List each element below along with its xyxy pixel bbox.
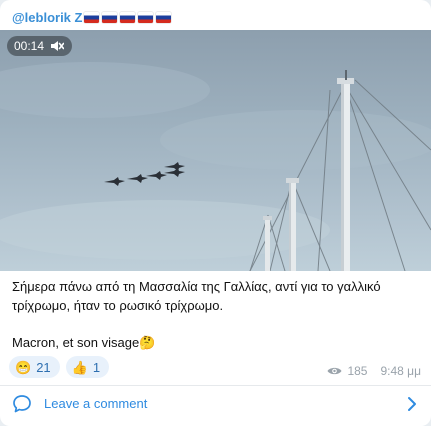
video-frame bbox=[0, 62, 431, 271]
reaction-thumbs-up[interactable]: 👍 1 bbox=[65, 356, 110, 378]
comment-bubble-icon bbox=[13, 395, 31, 413]
chevron-right-icon bbox=[408, 397, 416, 411]
russian-flag-icon bbox=[156, 11, 172, 23]
caption-french-text: Macron, et son visage bbox=[12, 335, 140, 350]
video-player[interactable] bbox=[0, 30, 431, 271]
grinning-face-icon: 😁 bbox=[15, 359, 32, 375]
thinking-face-emoji: 🤔 bbox=[139, 335, 156, 350]
speaker-muted-icon[interactable] bbox=[50, 40, 65, 52]
leave-comment-button[interactable]: Leave a comment bbox=[0, 386, 431, 422]
eye-icon bbox=[327, 367, 342, 375]
russian-flag-icon bbox=[102, 11, 118, 23]
caption-text-french: Macron, et son visage🤔 bbox=[12, 333, 422, 352]
video-duration: 00:14 bbox=[14, 39, 45, 53]
message-meta: 185 9:48 μμ bbox=[327, 364, 421, 378]
message-time: 9:48 μμ bbox=[380, 364, 421, 378]
jets-formation bbox=[104, 162, 185, 186]
message-caption: Σήμερα πάνω από τη Μασσαλία της Γαλλίας,… bbox=[12, 277, 422, 352]
russian-flag-icon bbox=[138, 11, 154, 23]
leave-comment-label: Leave a comment bbox=[44, 396, 148, 411]
message-card: @leblorik Z 00:14 Σήμερα πάνω από τη Μασ… bbox=[0, 0, 431, 426]
reaction-count: 21 bbox=[36, 359, 51, 375]
reaction-count: 1 bbox=[92, 359, 101, 375]
russian-flag-icon bbox=[84, 11, 100, 23]
russian-flag-icon bbox=[120, 11, 136, 23]
channel-name-label: @leblorik Z bbox=[12, 9, 83, 25]
video-duration-badge[interactable]: 00:14 bbox=[7, 36, 73, 56]
reactions-bar: 😁 21 👍 1 bbox=[9, 356, 110, 378]
view-count: 185 bbox=[347, 364, 368, 378]
thumbs-up-icon: 👍 bbox=[71, 359, 88, 375]
caption-text-greek: Σήμερα πάνω από τη Μασσαλία της Γαλλίας,… bbox=[12, 279, 381, 313]
russian-flags bbox=[84, 11, 174, 23]
channel-name[interactable]: @leblorik Z bbox=[12, 8, 174, 26]
reaction-grin[interactable]: 😁 21 bbox=[9, 356, 60, 378]
